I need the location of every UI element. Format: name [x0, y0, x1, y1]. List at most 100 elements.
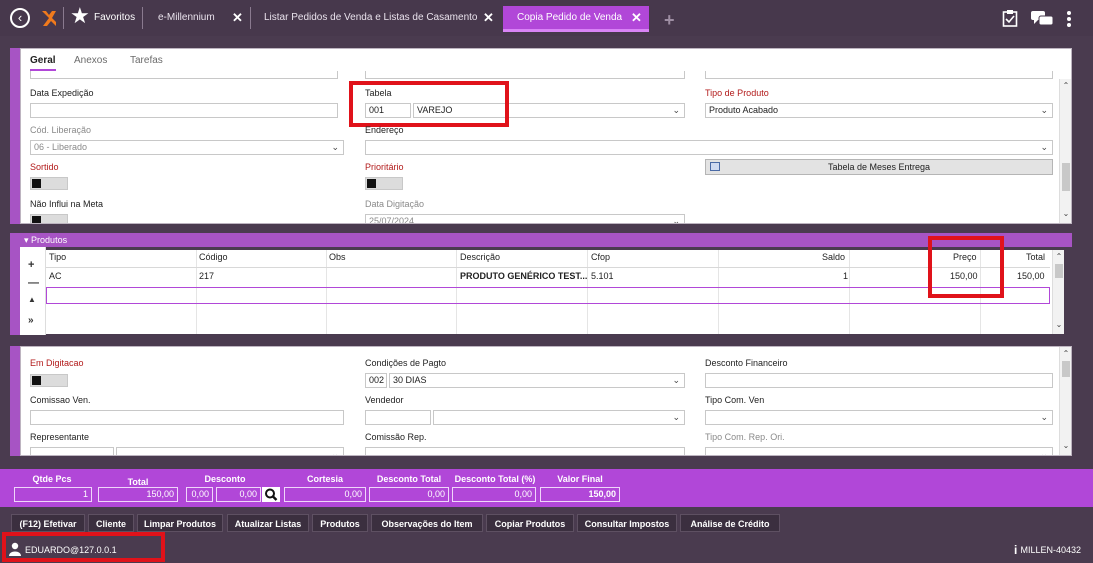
col-saldo[interactable]: Saldo [822, 252, 845, 262]
col-tipo[interactable]: Tipo [49, 252, 66, 262]
tab-tarefas[interactable]: Tarefas [130, 55, 163, 66]
tab-anexos[interactable]: Anexos [74, 55, 107, 66]
close-icon[interactable]: ✕ [631, 6, 642, 30]
desconto-value[interactable]: 0,00 [216, 487, 261, 502]
prioritario-toggle[interactable] [365, 177, 403, 190]
scroll-thumb[interactable] [1062, 361, 1070, 377]
favorites-label[interactable]: Favoritos [94, 12, 135, 23]
condicoes-name: 30 DIAS [393, 375, 427, 385]
condicoes-code-field[interactable]: 002 [365, 373, 387, 388]
pagamento-scrollbar[interactable]: ⌃ ⌄ [1059, 347, 1071, 455]
produtos-header[interactable]: ▾ Produtos [20, 233, 1072, 247]
tab-e-millennium[interactable]: e-Millennium ✕ [158, 6, 244, 32]
scroll-thumb[interactable] [1062, 163, 1070, 191]
chevron-up-icon[interactable]: ⌃ [1053, 252, 1065, 261]
scroll-thumb[interactable] [1055, 264, 1063, 278]
add-row-icon[interactable]: + [28, 259, 34, 271]
grid-scrollbar[interactable]: ⌃ ⌄ [1052, 250, 1064, 334]
tab-listar-pedidos[interactable]: Listar Pedidos de Venda e Listas de Casa… [264, 6, 496, 32]
desconto-total-label: Desconto Total [376, 474, 442, 484]
chevron-down-icon: ⌄ [672, 412, 680, 422]
nao-influi-toggle[interactable] [30, 214, 68, 223]
tab-copia-pedido[interactable]: Copia Pedido de Venda ✕ [503, 6, 649, 32]
chevron-up-icon[interactable]: ⌃ [1060, 81, 1071, 90]
divider [250, 7, 251, 29]
tabela-meses-label: Tabela de Meses Entrega [827, 162, 931, 172]
representante-select[interactable]: ⌄ [116, 447, 344, 455]
calendar-icon [710, 162, 720, 171]
valor-final-value[interactable]: 150,00 [540, 487, 620, 502]
search-icon [265, 488, 278, 501]
col-obs[interactable]: Obs [329, 252, 346, 262]
desconto-pct-value[interactable]: 0,00 [186, 487, 213, 502]
desconto-total-pct-label: Desconto Total (%) [454, 474, 536, 484]
cod-liberacao-select[interactable]: 06 - Liberado ⌄ [30, 140, 344, 155]
chat-icon[interactable] [1031, 11, 1053, 27]
remove-row-icon[interactable]: — [28, 277, 39, 289]
consultar-impostos-button[interactable]: Consultar Impostos [577, 514, 677, 532]
col-total[interactable]: Total [1026, 252, 1045, 262]
tabela-meses-button[interactable]: Tabela de Meses Entrega [705, 159, 1053, 175]
geral-scrollbar[interactable]: ⌃ ⌄ [1059, 79, 1071, 223]
desconto-total-pct-value[interactable]: 0,00 [452, 487, 536, 502]
qtde-pcs-value[interactable]: 1 [14, 487, 92, 502]
endereco-select[interactable]: ⌄ [365, 140, 1053, 155]
collapse-icon[interactable]: ▾ [24, 235, 29, 245]
atualizar-listas-button[interactable]: Atualizar Listas [227, 514, 309, 532]
back-icon[interactable]: ‹ [10, 8, 30, 28]
nao-influi-label: Não Influi na Meta [30, 199, 104, 209]
produtos-button[interactable]: Produtos [312, 514, 368, 532]
col-cfop[interactable]: Cfop [591, 252, 610, 262]
chevron-down-icon[interactable]: ⌄ [1053, 320, 1065, 329]
sortido-toggle[interactable] [30, 177, 68, 190]
star-icon[interactable]: ★ [70, 4, 90, 28]
close-icon[interactable]: ✕ [483, 6, 494, 30]
efetivar-button[interactable]: (F12) Efetivar [11, 514, 85, 532]
chevron-down-icon[interactable]: ⌄ [1060, 209, 1071, 218]
representante-code-field[interactable] [30, 447, 114, 455]
copiar-produtos-button[interactable]: Copiar Produtos [486, 514, 574, 532]
tipo-com-ven-label: Tipo Com. Ven [705, 395, 765, 405]
cortesia-value[interactable]: 0,00 [284, 487, 366, 502]
add-tab-icon[interactable]: + [664, 10, 675, 31]
search-button[interactable] [262, 487, 280, 502]
produtos-title: Produtos [31, 235, 68, 245]
chevron-down-icon: ⌄ [672, 105, 680, 115]
panel-accent [10, 233, 20, 335]
tipo-produto-select[interactable]: Produto Acabado ⌄ [705, 103, 1053, 118]
new-row[interactable] [46, 287, 1050, 304]
condicoes-select[interactable]: 30 DIAS ⌄ [389, 373, 685, 388]
vendedor-code-field[interactable] [365, 410, 431, 425]
em-digitacao-toggle[interactable] [30, 374, 68, 387]
data-expedicao-field[interactable] [30, 103, 338, 118]
info-icon[interactable]: i [1014, 543, 1017, 557]
chevron-down-icon[interactable]: ⌄ [1060, 441, 1071, 450]
limpar-produtos-button[interactable]: Limpar Produtos [137, 514, 223, 532]
chevron-down-icon: ⌄ [1040, 412, 1048, 422]
comissao-ven-field[interactable] [30, 410, 344, 425]
tipo-com-ven-select[interactable]: ⌄ [705, 410, 1053, 425]
col-descricao[interactable]: Descrição [460, 252, 500, 262]
desconto-fin-field[interactable] [705, 373, 1053, 388]
condicoes-label: Condições de Pagto [365, 358, 447, 368]
more-vertical-icon[interactable] [1066, 10, 1072, 28]
analise-credito-button[interactable]: Análise de Crédito [680, 514, 780, 532]
cliente-button[interactable]: Cliente [88, 514, 134, 532]
vendedor-select[interactable]: ⌄ [433, 410, 685, 425]
chevron-up-icon[interactable]: ⌃ [1060, 349, 1071, 358]
desconto-total-value[interactable]: 0,00 [369, 487, 449, 502]
tab-geral[interactable]: Geral [30, 55, 56, 71]
observacoes-item-button[interactable]: Observações do Item [371, 514, 483, 532]
total-value[interactable]: 150,00 [98, 487, 178, 502]
representante-label: Representante [30, 432, 90, 442]
tipo-produto-value: Produto Acabado [709, 105, 779, 115]
close-icon[interactable]: ✕ [232, 6, 243, 30]
comissao-rep-field[interactable] [365, 447, 685, 455]
move-up-icon[interactable]: ▲ [28, 295, 36, 304]
expand-icon[interactable]: » [28, 315, 34, 326]
col-codigo[interactable]: Código [199, 252, 228, 262]
tab-label: Copia Pedido de Venda [517, 12, 623, 23]
desconto-fin-label: Desconto Financeiro [705, 358, 788, 368]
clipboard-icon[interactable] [1002, 9, 1018, 27]
pagamento-panel: Em Digitacao Condições de Pagto 002 30 D… [20, 346, 1072, 456]
